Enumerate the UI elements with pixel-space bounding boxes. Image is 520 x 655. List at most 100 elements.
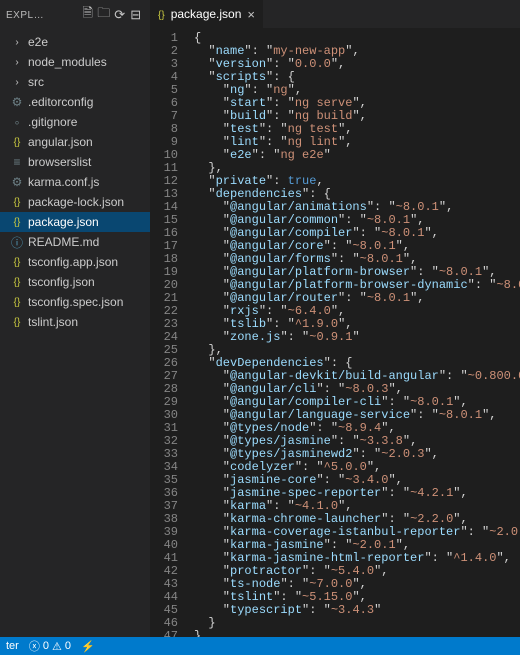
json-string: ng build bbox=[295, 109, 353, 123]
code-line[interactable]: "zone.js": "~0.9.1" bbox=[194, 331, 520, 344]
json-key: @types/jasmine bbox=[230, 434, 331, 448]
json-key: ts-node bbox=[230, 577, 280, 591]
json-icon bbox=[10, 257, 24, 268]
new-file-icon[interactable]: 🗎 bbox=[80, 4, 96, 26]
collapse-all-icon[interactable]: ⊟ bbox=[128, 7, 144, 23]
json-key: lint bbox=[230, 135, 259, 149]
tree-item-tslint-json[interactable]: tslint.json bbox=[0, 312, 150, 332]
json-string: ng test bbox=[288, 122, 338, 136]
json-punct: " bbox=[194, 252, 230, 266]
json-punct: , bbox=[316, 174, 323, 188]
json-punct: " bbox=[194, 408, 230, 422]
code-editor[interactable]: 1234567891011121314151617181920212223242… bbox=[150, 28, 520, 637]
status-left[interactable]: ter bbox=[6, 640, 19, 652]
line-gutter: 1234567891011121314151617181920212223242… bbox=[150, 28, 188, 637]
tab-package-json[interactable]: package.json × bbox=[150, 0, 264, 28]
json-punct: " bbox=[194, 421, 230, 435]
json-key: @angular/compiler-cli bbox=[230, 395, 381, 409]
json-key: karma bbox=[230, 499, 266, 513]
json-key: karma-coverage-istanbul-reporter bbox=[230, 525, 460, 539]
tree-item-readme-md[interactable]: README.md bbox=[0, 232, 150, 252]
tree-item-tsconfig-json[interactable]: tsconfig.json bbox=[0, 272, 150, 292]
tree-item-label: tslint.json bbox=[28, 315, 78, 329]
json-punct: ", bbox=[352, 590, 366, 604]
json-punct: ": bbox=[266, 174, 288, 188]
tree-item-node-modules[interactable]: ›node_modules bbox=[0, 52, 150, 72]
json-punct: ": " bbox=[424, 551, 453, 565]
code-line[interactable]: } bbox=[194, 617, 520, 630]
explorer-sidebar: EXPL… 🗎 🗀 ⟳ ⊟ ›e2e›node_modules›src.edit… bbox=[0, 0, 150, 637]
json-punct: ", bbox=[403, 434, 417, 448]
json-punct: ", bbox=[331, 304, 345, 318]
tree-item-package-json[interactable]: package.json bbox=[0, 212, 150, 232]
error-icon: ⓧ bbox=[29, 638, 40, 654]
refresh-icon[interactable]: ⟳ bbox=[112, 7, 128, 23]
json-punct: ": " bbox=[410, 408, 439, 422]
json-punct: ": " bbox=[266, 57, 295, 71]
json-punct: " bbox=[324, 148, 331, 162]
json-punct: " bbox=[194, 213, 230, 227]
status-problems[interactable]: ⓧ 0 ⚠ 0 bbox=[29, 638, 71, 654]
json-punct: " bbox=[194, 434, 230, 448]
tree-item-label: package-lock.json bbox=[28, 195, 124, 209]
json-punct: ": { bbox=[266, 70, 295, 84]
json-punct: ": " bbox=[302, 564, 331, 578]
json-punct: " bbox=[194, 395, 230, 409]
json-punct: " bbox=[194, 135, 230, 149]
json-punct: ": " bbox=[244, 83, 273, 97]
new-folder-icon[interactable]: 🗀 bbox=[96, 4, 112, 26]
json-punct: ": " bbox=[259, 122, 288, 136]
json-punct: ": " bbox=[302, 603, 331, 617]
json-key: name bbox=[216, 44, 245, 58]
json-punct: ": " bbox=[367, 200, 396, 214]
lightning-icon[interactable]: ⚡ bbox=[81, 640, 95, 653]
explorer-header: EXPL… 🗎 🗀 ⟳ ⊟ bbox=[0, 0, 150, 30]
json-punct: ": " bbox=[338, 291, 367, 305]
tree-item-label: package.json bbox=[28, 215, 99, 229]
tree-item-package-lock-json[interactable]: package-lock.json bbox=[0, 192, 150, 212]
json-punct: ", bbox=[338, 499, 352, 513]
json-key: test bbox=[230, 122, 259, 136]
code-line[interactable]: "e2e": "ng e2e" bbox=[194, 149, 520, 162]
code-line[interactable]: "typescript": "~3.4.3" bbox=[194, 604, 520, 617]
json-punct: ": " bbox=[338, 213, 367, 227]
code-line[interactable]: } bbox=[194, 630, 520, 637]
dot-icon bbox=[10, 117, 24, 127]
json-punct: " bbox=[194, 44, 216, 58]
json-key: tslib bbox=[230, 317, 266, 331]
json-punct: ", bbox=[482, 408, 496, 422]
tree-item--gitignore[interactable]: .gitignore bbox=[0, 112, 150, 132]
json-string: ~3.4.3 bbox=[331, 603, 374, 617]
json-punct: " bbox=[194, 317, 230, 331]
json-key: ng bbox=[230, 83, 244, 97]
json-string: ~0.800.0 bbox=[468, 369, 520, 383]
code-content[interactable]: { "name": "my-new-app", "version": "0.0.… bbox=[188, 28, 520, 637]
json-punct: " bbox=[194, 473, 230, 487]
tree-item--editorconfig[interactable]: .editorconfig bbox=[0, 92, 150, 112]
json-punct: " bbox=[194, 382, 230, 396]
json-key: zone.js bbox=[230, 330, 280, 344]
tree-item-e2e[interactable]: ›e2e bbox=[0, 32, 150, 52]
tree-item-angular-json[interactable]: angular.json bbox=[0, 132, 150, 152]
json-string: ~7.0.0 bbox=[309, 577, 352, 591]
json-string: ~8.0.1 bbox=[367, 213, 410, 227]
tree-item-karma-conf-js[interactable]: karma.conf.js bbox=[0, 172, 150, 192]
json-punct: ": " bbox=[280, 577, 309, 591]
json-punct: ", bbox=[388, 382, 402, 396]
tree-item-src[interactable]: ›src bbox=[0, 72, 150, 92]
json-string: my-new-app bbox=[273, 44, 345, 58]
tree-item-tsconfig-app-json[interactable]: tsconfig.app.json bbox=[0, 252, 150, 272]
json-key: private bbox=[216, 174, 266, 188]
json-string: ~5.15.0 bbox=[302, 590, 352, 604]
tree-item-tsconfig-spec-json[interactable]: tsconfig.spec.json bbox=[0, 292, 150, 312]
json-punct: ": " bbox=[381, 512, 410, 526]
json-key: @angular/animations bbox=[230, 200, 367, 214]
json-punct: " bbox=[194, 590, 230, 604]
json-key: jasmine-spec-reporter bbox=[230, 486, 381, 500]
close-icon[interactable]: × bbox=[247, 7, 255, 22]
json-punct: " bbox=[194, 499, 230, 513]
editor-tabs: package.json × bbox=[150, 0, 520, 28]
json-punct: ": " bbox=[410, 265, 439, 279]
json-punct: " bbox=[194, 265, 230, 279]
tree-item-browserslist[interactable]: browserslist bbox=[0, 152, 150, 172]
